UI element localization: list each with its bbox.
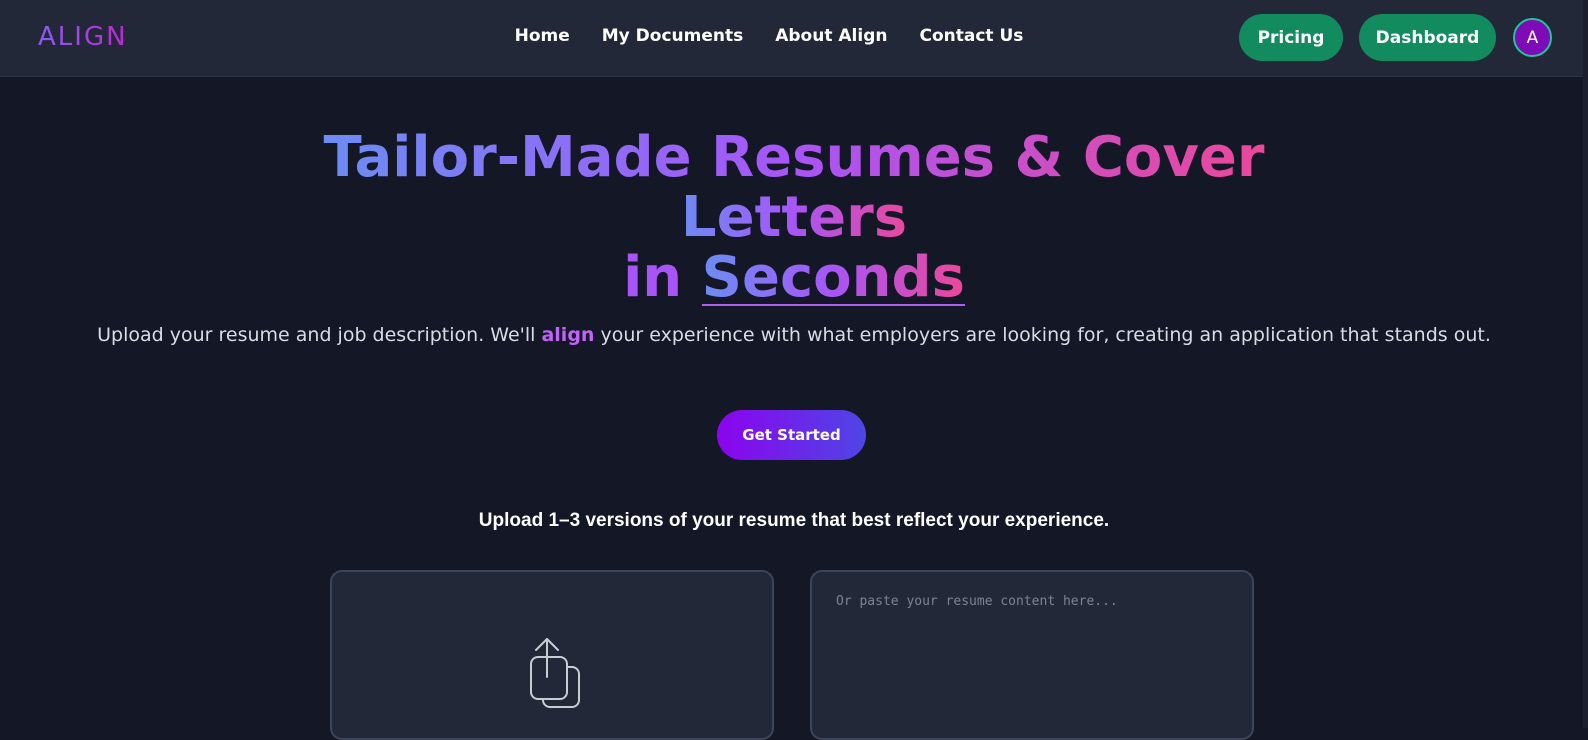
upload-share-icon	[530, 638, 580, 708]
hero-title-in: in	[623, 245, 683, 310]
scrollbar[interactable]	[1583, 0, 1588, 728]
nav-link-contact-us[interactable]: Contact Us	[919, 26, 1023, 46]
nav-links: Home My Documents About Align Contact Us	[0, 26, 1588, 46]
hero-subtitle-part1: Upload your resume and job description. …	[97, 324, 542, 346]
hero-title: Tailor-Made Resumes & Cover Letters in S…	[0, 128, 1588, 308]
hero-title-seconds: Seconds	[701, 245, 965, 310]
nav-link-about-align[interactable]: About Align	[775, 26, 887, 46]
resume-drop-zone[interactable]	[330, 570, 774, 740]
hero-title-line2: Letters	[677, 188, 911, 248]
hero-title-line1: Tailor-Made Resumes & Cover	[319, 128, 1268, 188]
hero-subtitle-part2: your experience with what employers are …	[594, 324, 1491, 346]
pricing-button[interactable]: Pricing	[1239, 14, 1343, 61]
hero-subtitle-highlight: align	[541, 324, 595, 346]
user-avatar[interactable]: A	[1513, 18, 1552, 57]
resume-paste-textarea[interactable]	[810, 570, 1254, 740]
top-navbar: ALIGN Home My Documents About Align Cont…	[0, 0, 1588, 77]
nav-link-my-documents[interactable]: My Documents	[602, 26, 743, 46]
hero-subtitle: Upload your resume and job description. …	[0, 321, 1588, 349]
nav-link-home[interactable]: Home	[515, 26, 570, 46]
dashboard-button[interactable]: Dashboard	[1359, 14, 1496, 61]
upload-heading: Upload 1–3 versions of your resume that …	[478, 510, 1110, 531]
get-started-button[interactable]: Get Started	[717, 410, 866, 460]
